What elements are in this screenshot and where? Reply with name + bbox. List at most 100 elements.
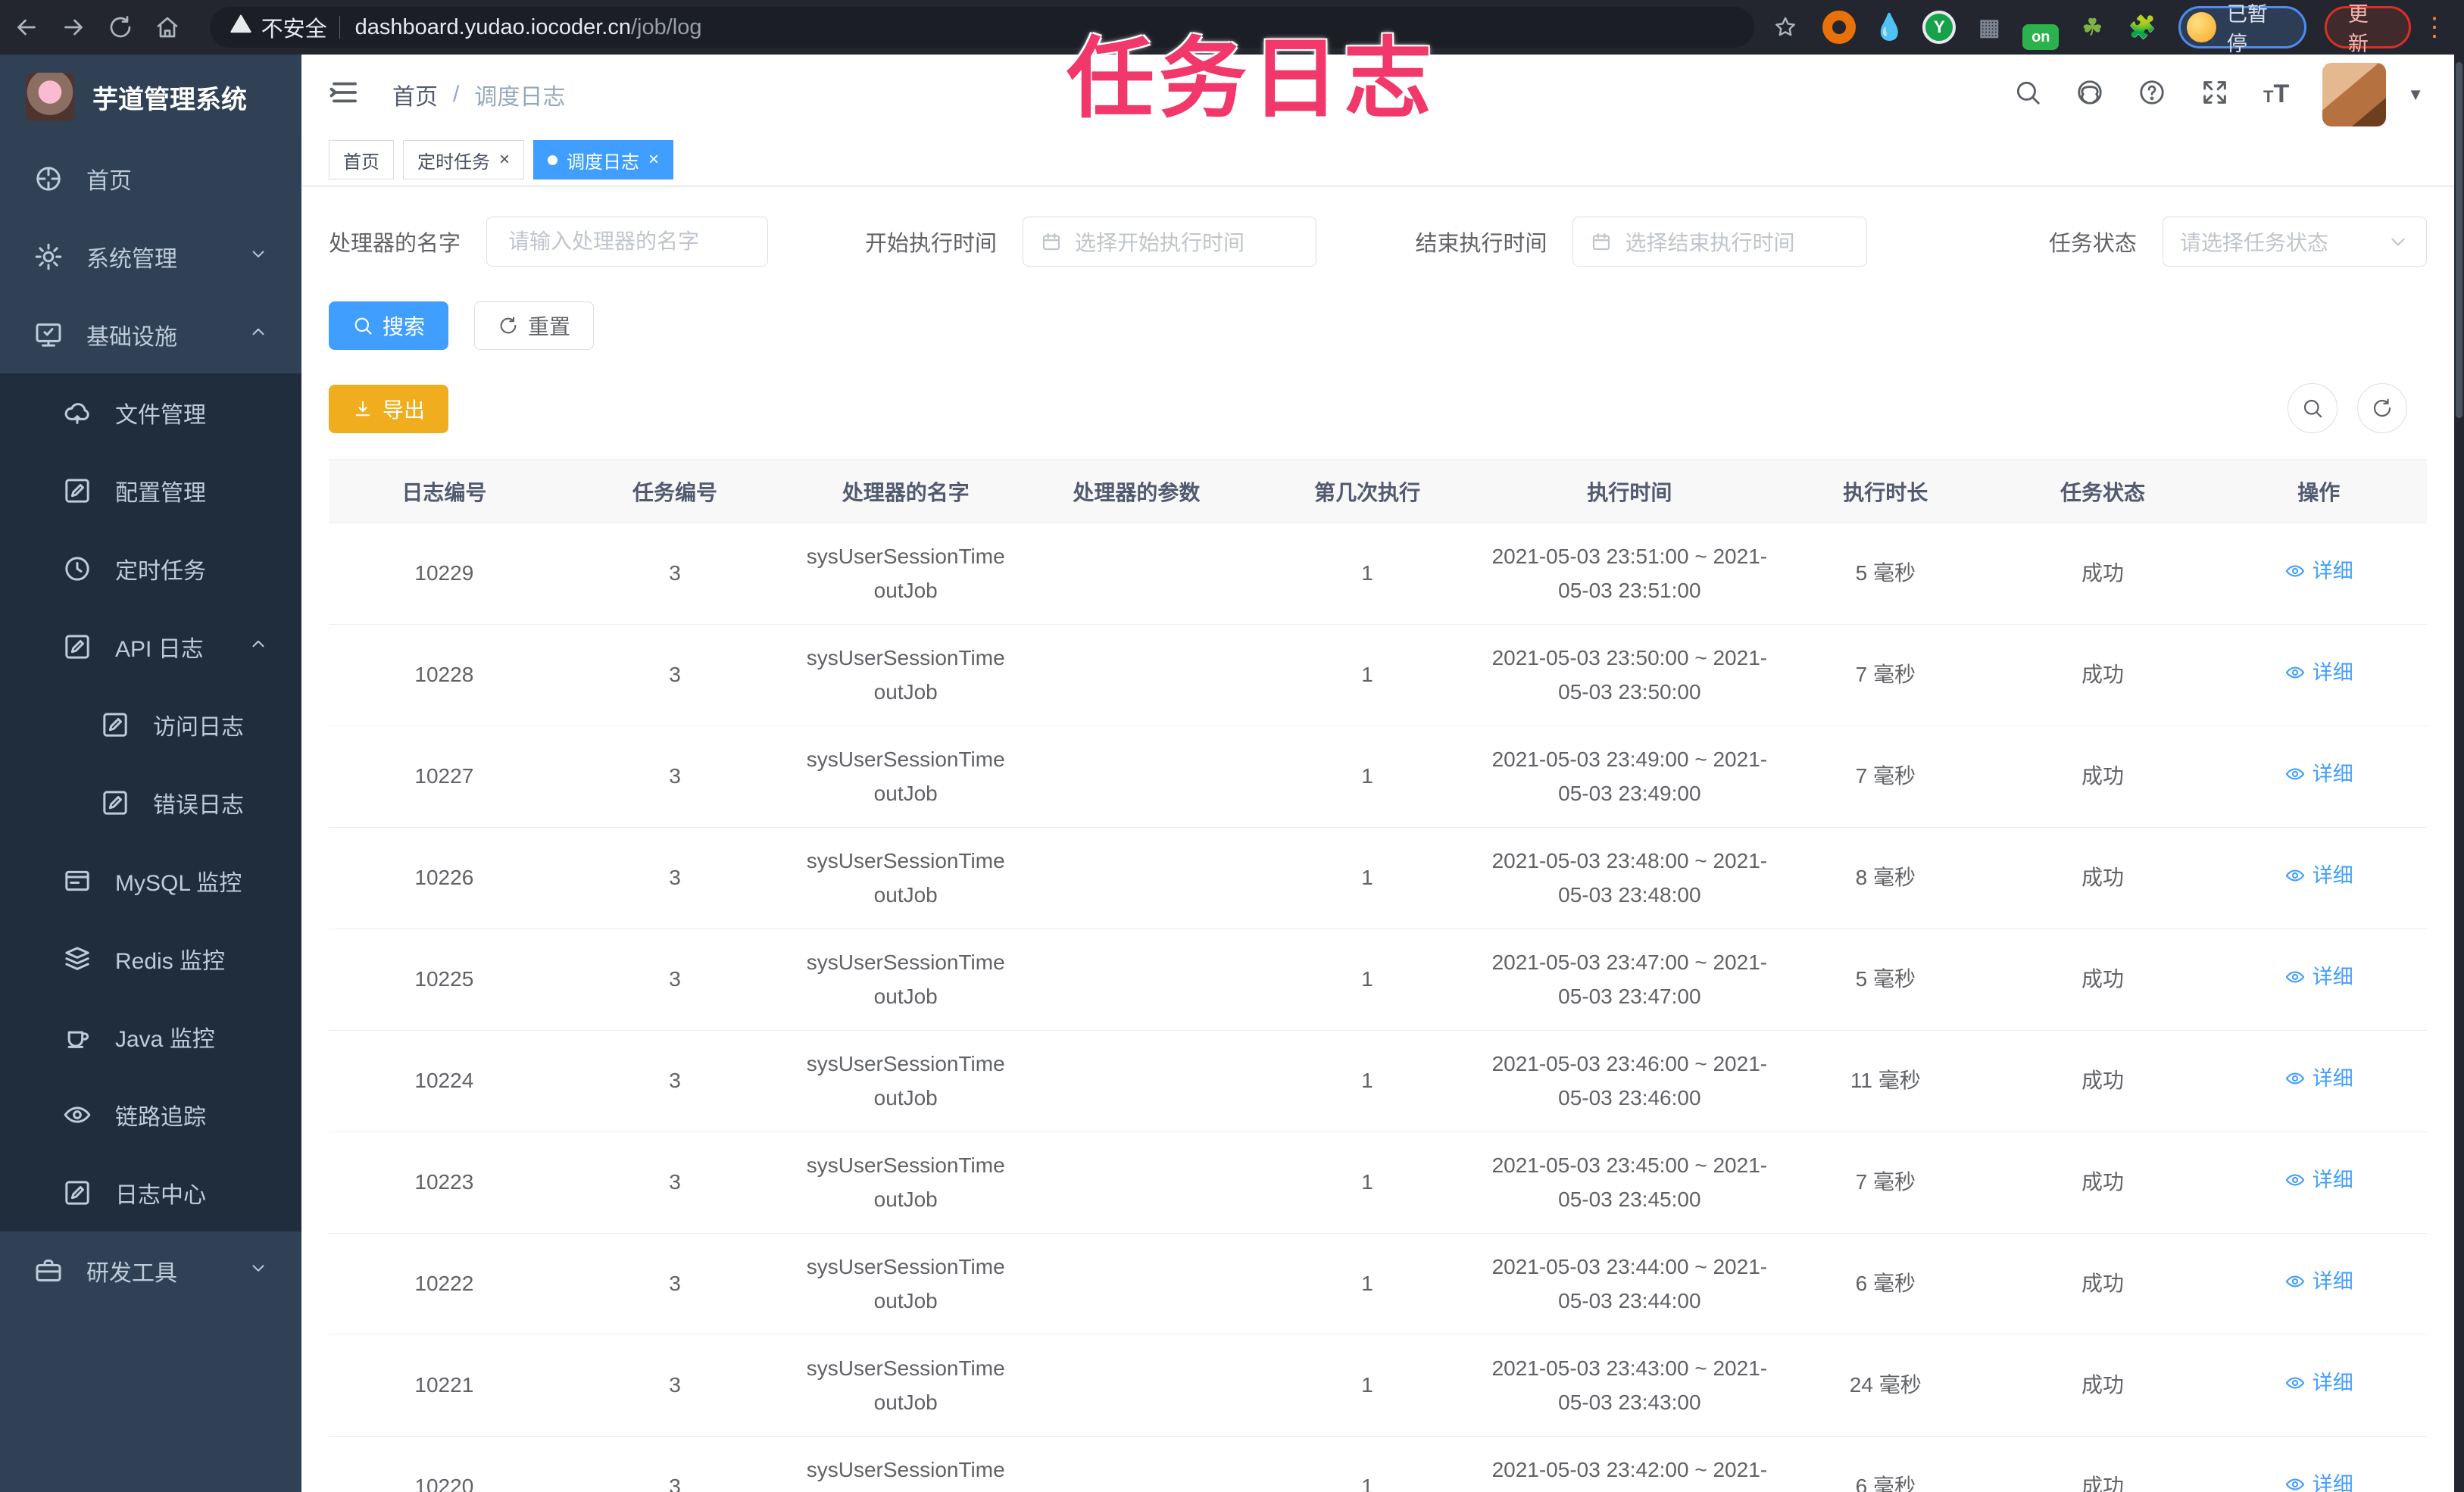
cell-handler: sysUserSessionTimeoutJob (790, 1334, 1022, 1437)
sidebar-item-MySQL 监控[interactable]: MySQL 监控 (0, 841, 301, 919)
column-header: 日志编号 (329, 459, 560, 523)
hamburger-icon[interactable] (329, 76, 361, 112)
edit-icon (62, 632, 92, 662)
detail-link[interactable]: 详细 (2284, 1164, 2353, 1197)
sidebar-item-首页[interactable]: 首页 (0, 139, 301, 217)
reset-button[interactable]: 重置 (474, 301, 595, 350)
sidebar-item-链路追踪[interactable]: 链路追踪 (0, 1075, 301, 1153)
status-select[interactable]: 请选择任务状态 (2162, 217, 2427, 267)
github-icon[interactable] (2075, 78, 2104, 111)
extension-orange-icon[interactable] (1822, 11, 1857, 44)
breadcrumb-home[interactable]: 首页 (392, 78, 438, 111)
sidebar-item-研发工具[interactable]: 研发工具 (0, 1231, 301, 1309)
handler-name-input[interactable] (486, 217, 769, 267)
sidebar-item-配置管理[interactable]: 配置管理 (0, 451, 301, 529)
cell-job-id: 3 (559, 1334, 791, 1437)
reload-icon[interactable] (100, 6, 141, 48)
eye-icon (2285, 1174, 2304, 1186)
header-search-icon[interactable] (2013, 78, 2042, 111)
browser-scrollbar[interactable] (2454, 55, 2464, 1492)
help-icon[interactable] (2138, 78, 2166, 111)
extension-on-badge[interactable]: on (2022, 24, 2060, 50)
sidebar-item-日志中心[interactable]: 日志中心 (0, 1153, 301, 1231)
eye-icon (2285, 869, 2304, 882)
column-header: 任务编号 (559, 459, 791, 523)
detail-link[interactable]: 详细 (2284, 657, 2353, 689)
extension-grid-icon[interactable]: ▦ (1972, 11, 2006, 44)
cell-time: 2021-05-03 23:47:00 ~ 2021-05-03 23:47:0… (1482, 929, 1777, 1031)
avatar-caret-icon[interactable]: ▼ (2407, 85, 2424, 105)
tag-close-icon[interactable]: × (648, 149, 659, 170)
sidebar-item-系统管理[interactable]: 系统管理 (0, 217, 301, 295)
detail-link[interactable]: 详细 (2284, 1266, 2353, 1298)
download-icon (355, 401, 370, 417)
tags-view-bar: 首页 定时任务 × 调度日志 × (301, 134, 2454, 186)
detail-link[interactable]: 详细 (2284, 1367, 2353, 1400)
java-icon (62, 1022, 92, 1052)
cell-duration: 7 毫秒 (1776, 726, 1995, 828)
breadcrumb-current: 调度日志 (474, 84, 566, 110)
not-secure-icon[interactable] (230, 13, 252, 42)
detail-link[interactable]: 详细 (2284, 1063, 2353, 1095)
tag-调度日志[interactable]: 调度日志 × (533, 140, 674, 179)
cell-index: 1 (1251, 726, 1483, 828)
end-time-picker[interactable]: 选择结束执行时间 (1572, 217, 1867, 267)
detail-link[interactable]: 详细 (2284, 1469, 2353, 1492)
user-avatar[interactable] (2322, 62, 2387, 126)
detail-link[interactable]: 详细 (2284, 961, 2353, 994)
tag-首页[interactable]: 首页 (329, 140, 394, 179)
eye-icon (62, 1100, 92, 1130)
sidebar-item-API 日志[interactable]: API 日志 (0, 607, 301, 685)
detail-link[interactable]: 详细 (2284, 758, 2353, 791)
font-size-icon[interactable]: TT (2263, 80, 2289, 109)
bookmark-star-icon[interactable] (1765, 6, 1806, 48)
eye-icon (2285, 1275, 2304, 1288)
browser-update-button[interactable]: 更新 (2324, 3, 2412, 55)
home-icon[interactable] (147, 6, 188, 48)
cell-duration: 7 毫秒 (1776, 1131, 1995, 1234)
chevron-up-icon (248, 634, 268, 660)
browser-menu-icon[interactable]: ⋮ (2422, 12, 2449, 42)
toggle-search-button[interactable] (2288, 383, 2338, 433)
detail-link[interactable]: 详细 (2284, 555, 2353, 588)
address-bar[interactable]: 不安全 dashboard.yudao.iocoder.cn /job/log (209, 7, 1755, 48)
cell-actions: 详细 (2210, 726, 2427, 828)
mysql-icon (62, 866, 92, 896)
cell-param (1021, 929, 1252, 1031)
back-icon[interactable] (6, 6, 47, 48)
detail-link[interactable]: 详细 (2284, 860, 2353, 892)
cell-handler: sysUserSessionTimeoutJob (790, 624, 1022, 726)
sidebar-item-错误日志[interactable]: 错误日志 (0, 763, 301, 841)
edit-icon (100, 788, 130, 818)
cell-param (1021, 624, 1252, 726)
cell-log-id: 10225 (329, 929, 560, 1031)
scrollbar-thumb[interactable] (2456, 62, 2462, 418)
cell-job-id: 3 (559, 726, 791, 828)
security-label: 不安全 (261, 17, 327, 42)
browser-profile-chip[interactable]: 已暂停 (2178, 3, 2306, 55)
cell-status: 成功 (1994, 827, 2211, 929)
fullscreen-icon[interactable] (2200, 77, 2230, 111)
forward-icon[interactable] (53, 6, 94, 48)
refresh-table-button[interactable] (2357, 383, 2407, 433)
sidebar-logo-row[interactable]: 芋道管理系统 (0, 55, 301, 139)
cell-actions: 详细 (2210, 1030, 2427, 1132)
tag-定时任务[interactable]: 定时任务 × (403, 140, 525, 179)
sidebar-item-文件管理[interactable]: 文件管理 (0, 373, 301, 451)
search-button[interactable]: 搜索 (329, 301, 449, 350)
extension-drop-icon[interactable]: 💧 (1872, 11, 1906, 44)
extension-green-y-icon[interactable]: Y (1922, 11, 1957, 44)
app-logo (26, 73, 74, 121)
export-button[interactable]: 导出 (329, 385, 449, 433)
extension-leaf-icon[interactable]: ☘ (2075, 11, 2109, 44)
tag-close-icon[interactable]: × (499, 149, 510, 170)
sidebar-item-Java 监控[interactable]: Java 监控 (0, 997, 301, 1075)
refresh-icon (2373, 398, 2391, 417)
sidebar-item-定时任务[interactable]: 定时任务 (0, 529, 301, 607)
sidebar-item-基础设施[interactable]: 基础设施 (0, 295, 301, 373)
sidebar-item-Redis 监控[interactable]: Redis 监控 (0, 919, 301, 997)
extensions-puzzle-icon[interactable]: 🧩 (2125, 11, 2159, 44)
begin-time-picker[interactable]: 选择开始执行时间 (1023, 217, 1317, 267)
sidebar-item-访问日志[interactable]: 访问日志 (0, 685, 301, 763)
cell-param (1021, 523, 1252, 625)
